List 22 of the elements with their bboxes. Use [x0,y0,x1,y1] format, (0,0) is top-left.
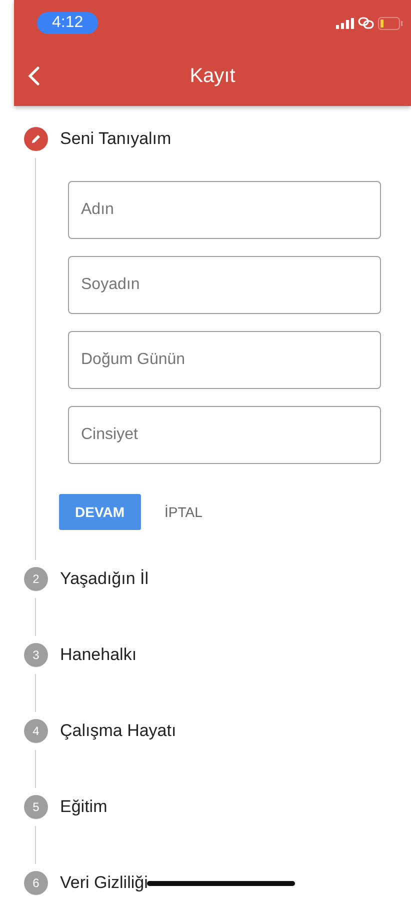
link-icon [358,17,374,29]
step-number: 6 [24,871,48,895]
step-title[interactable]: Veri Gizliliği [60,873,148,893]
text-field[interactable]: Cinsiyet [68,406,381,464]
signal-icon [336,18,354,28]
back-icon[interactable] [28,66,40,86]
step-title[interactable]: Hanehalkı [60,645,137,665]
step-number: 3 [24,643,48,667]
step-title[interactable]: Çalışma Hayatı [60,721,176,741]
cancel-button[interactable]: İPTAL [154,494,212,530]
step-title[interactable]: Seni Tanıyalım [60,129,172,149]
text-field[interactable]: Doğum Günün [68,331,381,389]
text-field[interactable]: Soyadın [68,256,381,314]
step-title[interactable]: Yaşadığın İl [60,569,149,589]
battery-icon [378,16,403,30]
text-field[interactable]: Adın [68,181,381,239]
step-number: 2 [24,567,48,591]
status-time: 4:12 [37,12,98,34]
step-number: 4 [24,719,48,743]
step-title[interactable]: Eğitim [60,797,108,817]
page-title: Kayıt [190,64,236,88]
step-number: 5 [24,795,48,819]
